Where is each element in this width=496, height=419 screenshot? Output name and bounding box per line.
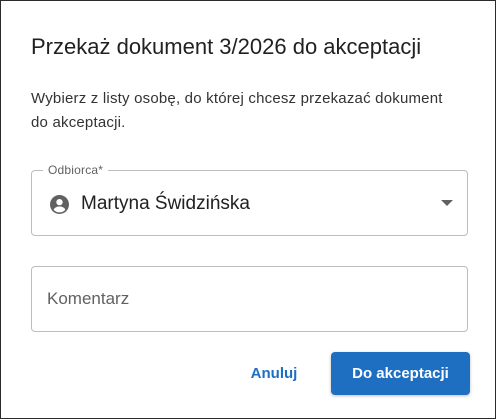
dialog-description: Wybierz z listy osobę, do której chcesz … xyxy=(31,90,443,131)
comment-input[interactable] xyxy=(32,267,467,331)
recipient-label: Odbiorca* xyxy=(43,162,109,178)
recipient-selected-value: Martyna Świdzińska xyxy=(81,193,250,214)
dropdown-arrow-icon[interactable] xyxy=(441,200,453,206)
submit-for-acceptance-button[interactable]: Do akceptacji xyxy=(331,352,470,395)
forward-document-dialog: Przekaż dokument 3/2026 do akceptacji Wy… xyxy=(0,0,496,419)
person-circle-icon xyxy=(50,195,69,214)
recipient-select[interactable]: Odbiorca* Martyna Świdzińska xyxy=(31,162,468,236)
comment-field[interactable] xyxy=(31,266,468,332)
cancel-button[interactable]: Anuluj xyxy=(241,352,307,394)
dialog-title: Przekaż dokument 3/2026 do akceptacji xyxy=(31,34,422,59)
